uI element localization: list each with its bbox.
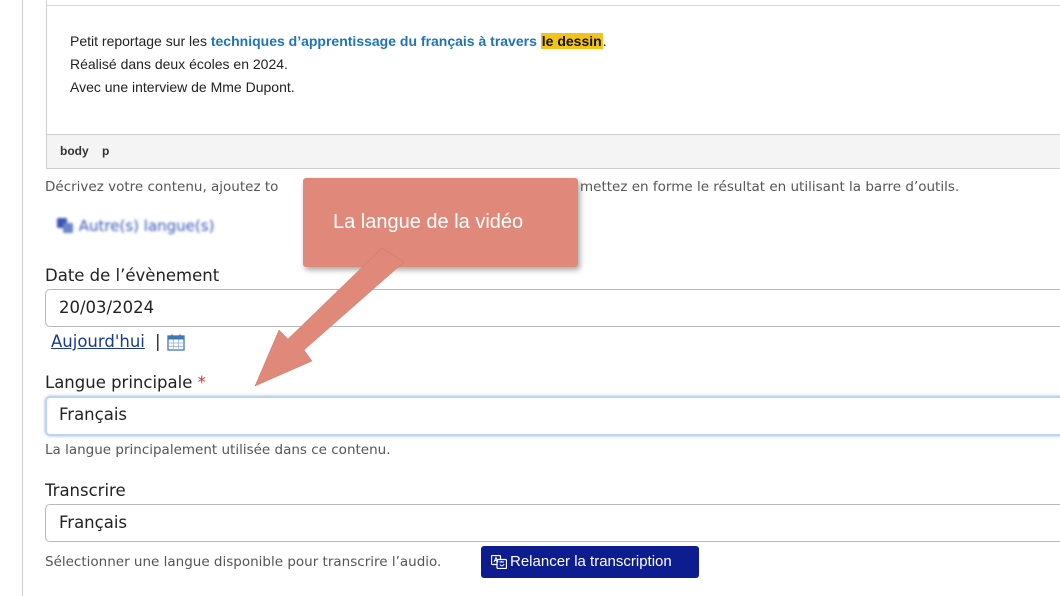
- other-languages-link[interactable]: Autre(s) langue(s): [57, 217, 214, 235]
- event-date-input[interactable]: 20/03/2024: [45, 289, 1060, 327]
- translate-icon: [57, 218, 73, 233]
- event-date-label: Date de l’évènement: [45, 266, 220, 285]
- transcribe-value: Français: [59, 513, 128, 532]
- link-separator: |: [155, 332, 161, 351]
- calendar-icon[interactable]: [167, 334, 185, 351]
- path-item-p[interactable]: p: [102, 144, 109, 158]
- description-help-left: Décrivez votre contenu, ajoutez to: [45, 179, 279, 195]
- rich-text-editor[interactable]: Petit reportage sur les techniques d’app…: [46, 0, 1060, 169]
- transcribe-icon: [491, 555, 507, 569]
- event-date-value: 20/03/2024: [59, 298, 155, 317]
- editor-line-2: Réalisé dans deux écoles en 2024.: [70, 56, 288, 72]
- transcribe-help: Sélectionner une langue disponible pour …: [45, 554, 442, 570]
- main-language-select[interactable]: Français: [45, 396, 1060, 436]
- callout-text: La langue de la vidéo: [333, 211, 524, 233]
- editor-toolbar-edge: [47, 5, 1060, 6]
- main-language-value: Français: [59, 405, 128, 424]
- description-help-right: mettez en forme le résultat en utilisant…: [580, 179, 960, 195]
- transcribe-label: Transcrire: [45, 481, 126, 500]
- path-item-body[interactable]: body: [60, 144, 89, 158]
- editor-line-3: Avec une interview de Mme Dupont.: [70, 79, 295, 95]
- required-marker: *: [197, 373, 206, 392]
- page-left-border: [22, 0, 23, 596]
- editor-line-1: Petit reportage sur les techniques d’app…: [70, 33, 607, 49]
- button-label: Relancer la transcription: [510, 553, 672, 570]
- editor-element-path: body p: [47, 134, 1060, 168]
- main-language-help: La langue principalement utilisée dans c…: [45, 442, 391, 458]
- annotation-callout: La langue de la vidéo: [303, 178, 578, 267]
- highlighted-text: le dessin: [540, 33, 603, 49]
- editor-content[interactable]: Petit reportage sur les techniques d’app…: [70, 30, 607, 99]
- today-link[interactable]: Aujourd'hui: [51, 332, 145, 351]
- bold-link-text: techniques d’apprentissage du français à…: [210, 33, 537, 49]
- main-language-label: Langue principale *: [45, 373, 206, 392]
- relaunch-transcription-button[interactable]: Relancer la transcription: [481, 546, 699, 578]
- transcribe-select[interactable]: Français: [45, 504, 1060, 542]
